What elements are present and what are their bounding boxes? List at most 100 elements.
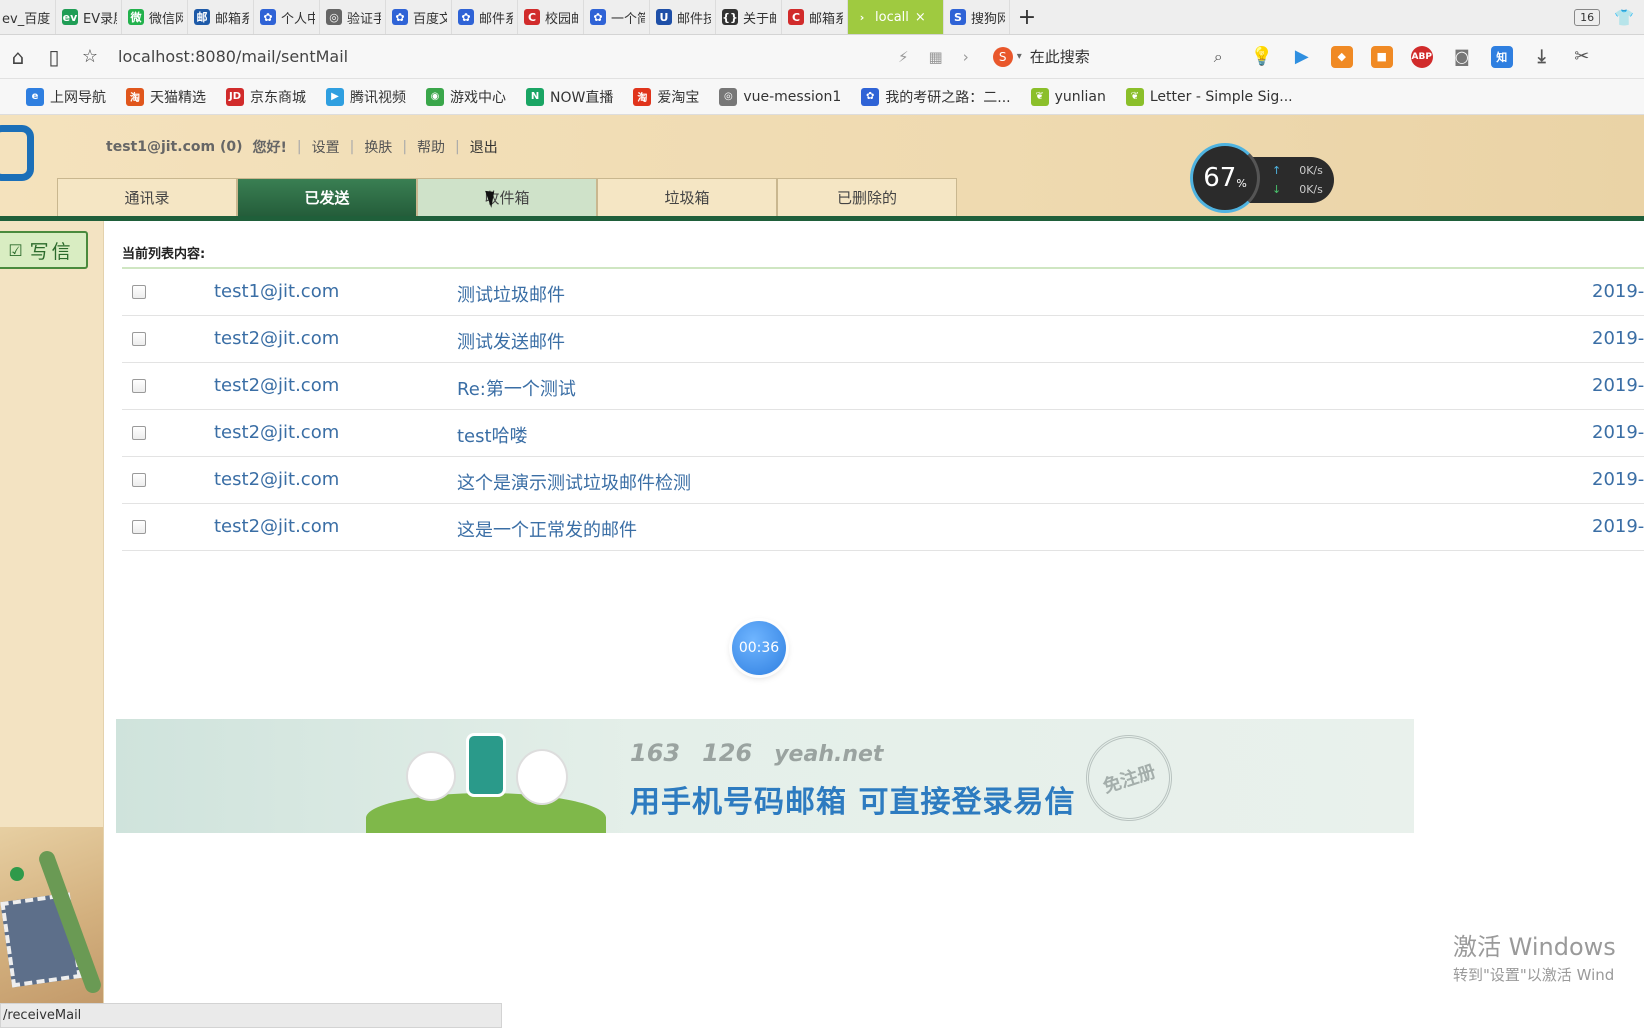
bookmark-item[interactable]: ❦ yunlian (1030, 87, 1106, 106)
row-checkbox[interactable] (132, 473, 146, 487)
settings-link[interactable]: 设置 (312, 137, 340, 157)
mail-row[interactable]: test2@jit.com test哈喽 2019- (122, 410, 1644, 457)
mail-subject[interactable]: Re:第一个测试 (457, 375, 576, 401)
mail-sender[interactable]: test2@jit.com (214, 469, 339, 490)
mail-row[interactable]: test1@jit.com 测试垃圾邮件 2019- (122, 269, 1644, 316)
bookmark-item[interactable]: JD 京东商城 (226, 87, 306, 107)
tab-trash[interactable]: 垃圾箱 (597, 178, 777, 216)
video-icon[interactable]: ■ (1370, 45, 1393, 68)
tab-label: 个人中 (281, 11, 315, 27)
browser-tab[interactable]: ✿ 邮件系 (452, 0, 518, 34)
qr-icon[interactable]: ▦ (929, 48, 943, 66)
browser-tab[interactable]: S 搜狗网 (944, 0, 1010, 34)
mail-date: 2019- (1592, 422, 1644, 443)
phone-icon (466, 733, 506, 797)
bookmark-item[interactable]: ✿ 我的考研之路：二... (861, 87, 1011, 107)
mail-sender[interactable]: test2@jit.com (214, 328, 339, 349)
row-checkbox[interactable] (132, 426, 146, 440)
browser-tab[interactable]: C 校园邮 (518, 0, 584, 34)
mail-sender[interactable]: test2@jit.com (214, 375, 339, 396)
mail-subject[interactable]: 测试发送邮件 (457, 328, 565, 354)
browser-tab[interactable]: {} 关于邮 (716, 0, 782, 34)
mail-subject[interactable]: 测试垃圾邮件 (457, 281, 565, 307)
star-icon[interactable]: ☆ (72, 46, 108, 67)
tab-contacts[interactable]: 通讯录 (57, 178, 237, 216)
bookmark-item[interactable]: 淘天猫精选 (126, 87, 206, 107)
bookmark-item[interactable]: ◉ 游戏中心 (426, 87, 506, 107)
row-checkbox[interactable] (132, 332, 146, 346)
tab-deleted[interactable]: 已删除的 (777, 178, 957, 216)
mail-subject[interactable]: test哈喽 (457, 422, 528, 448)
mail-date: 2019- (1592, 281, 1644, 302)
site-logo[interactable] (0, 125, 34, 181)
bookmark-item[interactable]: ▶ 腾讯视频 (326, 87, 406, 107)
search-box[interactable]: S ▾ 在此搜索 ⌕ (992, 43, 1223, 71)
browser-tab[interactable]: ✿ 百度文 (386, 0, 452, 34)
logout-link[interactable]: 退出 (470, 137, 498, 157)
browser-tab[interactable]: ev EV录屏 (56, 0, 122, 34)
zhihu-icon[interactable]: 知 (1490, 45, 1513, 68)
bookmark-item[interactable]: ◎ vue-mession1 (719, 87, 841, 106)
bookmark-label: 天猫精选 (150, 89, 206, 106)
bookmark-favicon-icon: ◉ (426, 87, 444, 106)
tab-label: ev_百度 (2, 11, 51, 27)
adblock-icon[interactable]: ABP (1410, 45, 1433, 68)
mail-subject[interactable]: 这个是演示测试垃圾邮件检测 (457, 469, 691, 495)
browser-tab[interactable]: ✿ 个人中 (254, 0, 320, 34)
bookmark-item[interactable]: 淘爱淘宝 (633, 87, 699, 107)
bookmark-item[interactable]: e 上网导航 (26, 87, 106, 107)
tab-favicon-icon: S (950, 9, 966, 25)
new-tab-button[interactable]: + (1010, 0, 1044, 34)
bookmark-favicon-icon: ◎ (719, 87, 738, 106)
bulb-icon[interactable]: 💡 (1251, 46, 1273, 68)
play-icon[interactable]: ▶ (1291, 46, 1313, 68)
mail-row[interactable]: test2@jit.com Re:第一个测试 2019- (122, 363, 1644, 410)
close-icon[interactable]: × (915, 10, 926, 25)
row-checkbox[interactable] (132, 285, 146, 299)
ad-banner[interactable]: 163 126 yeah.net 用手机号码邮箱 可直接登录易信 免注册 (116, 719, 1414, 833)
chevron-down-icon[interactable]: ▾ (1017, 51, 1022, 62)
scissors-icon[interactable]: ✂ (1571, 46, 1593, 68)
mail-row[interactable]: test2@jit.com 这是一个正常发的邮件 2019- (122, 504, 1644, 551)
tab-inbox[interactable]: 收件箱 (417, 178, 597, 216)
mail-sender[interactable]: test2@jit.com (214, 422, 339, 443)
mail-date: 2019- (1592, 516, 1644, 537)
tab-count-badge[interactable]: 16 (1574, 8, 1601, 26)
bookmark-item[interactable]: N NOW直播 (526, 87, 613, 107)
tab-favicon-icon: 邮 (194, 9, 210, 25)
mail-row[interactable]: test2@jit.com 这个是演示测试垃圾邮件检测 2019- (122, 457, 1644, 504)
sogou-logo-icon[interactable]: S (992, 46, 1013, 67)
shirt-icon[interactable]: 👕 (1614, 8, 1634, 27)
row-checkbox[interactable] (132, 379, 146, 393)
browser-tab[interactable]: ev_百度 (0, 0, 56, 34)
search-icon[interactable]: ⌕ (1214, 47, 1223, 67)
network-speed-widget[interactable]: ↑ 0K/s ↓ 0K/s 67% (1190, 143, 1334, 213)
browser-tab[interactable]: 微微信网 (122, 0, 188, 34)
gamepad-icon[interactable]: ◆ (1330, 45, 1353, 68)
browser-tab[interactable]: C 邮箱系 (782, 0, 848, 34)
browser-tab[interactable]: 邮邮箱系 (188, 0, 254, 34)
row-checkbox[interactable] (132, 520, 146, 534)
camera-icon[interactable]: ◙ (1451, 46, 1473, 68)
skin-link[interactable]: 换肤 (364, 137, 392, 157)
mail-sender[interactable]: test2@jit.com (214, 516, 339, 537)
download-icon[interactable]: ⤓ (1531, 46, 1553, 68)
url-input[interactable]: localhost:8080/mail/sentMail (118, 47, 868, 66)
browser-tab[interactable]: › locall × (848, 0, 944, 34)
reader-icon[interactable]: ▯ (36, 45, 72, 69)
browser-tab[interactable]: ✿ 一个简 (584, 0, 650, 34)
chevron-right-icon[interactable]: › (963, 48, 969, 66)
browser-tab[interactable]: U 邮件技 (650, 0, 716, 34)
help-link[interactable]: 帮助 (417, 137, 445, 157)
lightning-icon[interactable]: ⚡ (898, 48, 909, 66)
mail-subject[interactable]: 这是一个正常发的邮件 (457, 516, 637, 542)
bookmark-item[interactable]: ❦ Letter - Simple Sig... (1125, 87, 1293, 106)
compose-button[interactable]: ☑ 写信 (0, 231, 88, 269)
browser-tab[interactable]: ◎ 验证手 (320, 0, 386, 34)
home-icon[interactable]: ⌂ (0, 45, 36, 69)
search-input[interactable]: 在此搜索 (1030, 46, 1090, 67)
tab-sent[interactable]: 已发送 (237, 178, 417, 216)
mail-row[interactable]: test2@jit.com 测试发送邮件 2019- (122, 316, 1644, 363)
recording-timer[interactable]: 00:36 (732, 621, 786, 675)
mail-sender[interactable]: test1@jit.com (214, 281, 339, 302)
